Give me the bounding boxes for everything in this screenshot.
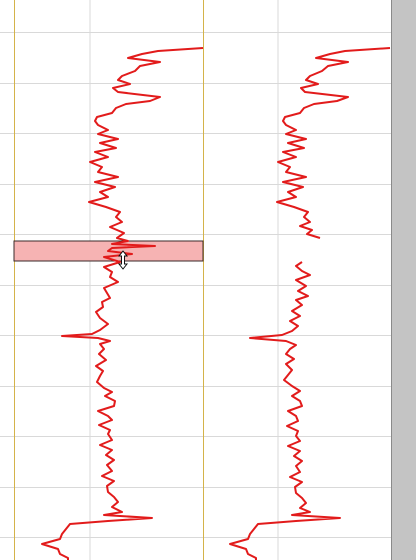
vertical-scrollbar[interactable] [391, 0, 416, 560]
log-curve-1 [41, 47, 204, 560]
log-plot-canvas[interactable] [0, 0, 416, 560]
grid-lines [0, 0, 391, 560]
curve-layer [41, 47, 391, 560]
log-curve-2 [229, 47, 391, 560]
